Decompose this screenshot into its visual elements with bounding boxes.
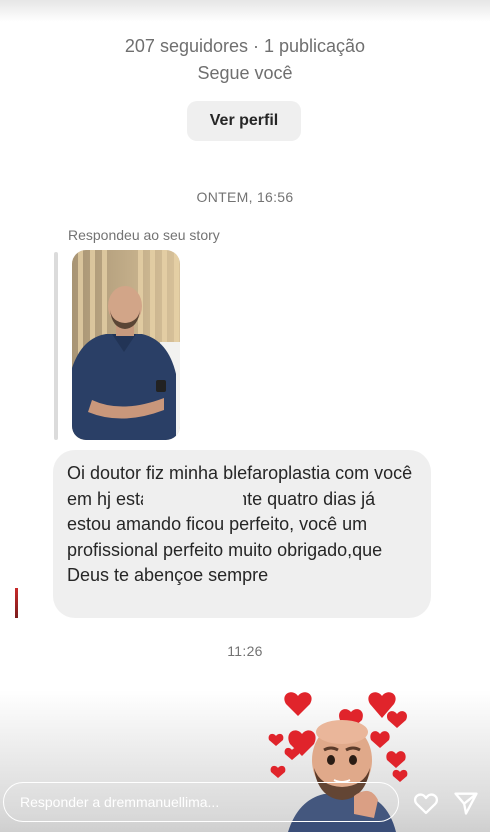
- profile-stats: 207 seguidores · 1 publicação: [124, 36, 366, 56]
- reply-input[interactable]: [3, 782, 399, 822]
- top-fade: [0, 0, 490, 22]
- heart-icon[interactable]: [412, 789, 440, 817]
- side-marker: [15, 588, 18, 618]
- redacted-text-block: [143, 485, 243, 507]
- story-reply-label: Respondeu ao seu story: [68, 227, 220, 243]
- message-timestamp-2: 11:26: [227, 643, 263, 659]
- reply-indicator-bar: [54, 252, 58, 440]
- view-profile-button[interactable]: Ver perfil: [187, 101, 301, 141]
- follow-status: Segue você: [197, 63, 293, 83]
- story-thumbnail[interactable]: [72, 250, 180, 440]
- message-bubble[interactable]: Oi doutor fiz minha blefaroplastia com v…: [53, 450, 431, 618]
- message-timestamp: ONTEM, 16:56: [196, 189, 294, 205]
- send-icon[interactable]: [452, 789, 480, 817]
